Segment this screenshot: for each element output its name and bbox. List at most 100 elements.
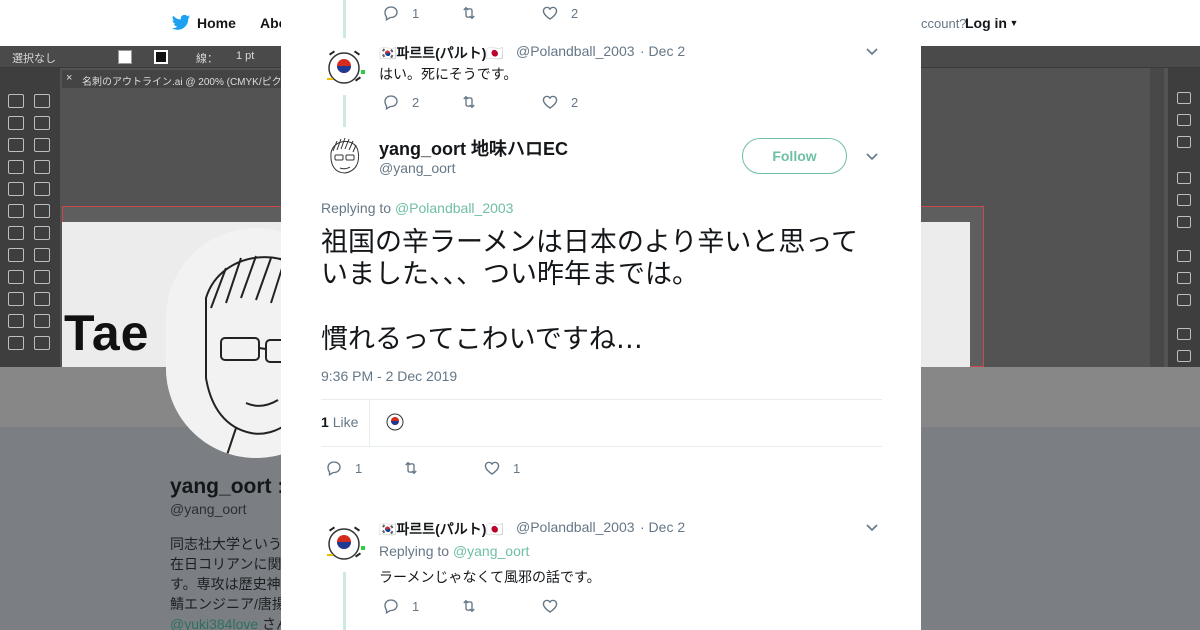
magic-wand-tool-icon (8, 116, 24, 130)
follow-button[interactable]: Follow (742, 138, 847, 174)
reply-action[interactable]: 1 (325, 459, 363, 477)
reply-icon (384, 599, 398, 614)
symbol-sprayer-tool-icon (8, 336, 24, 350)
thread-line (343, 572, 346, 630)
like-stat[interactable]: 1 Like (321, 414, 358, 430)
eyedropper-tool-icon (8, 314, 24, 328)
graph-tool-icon (34, 336, 50, 350)
illustrator-panel-dock (1168, 68, 1200, 367)
document-tab-title: 名刺のアウトライン.ai @ 200% (CMYK/ピクセ (82, 77, 292, 88)
panel-icon (1177, 194, 1191, 206)
reply-count: 2 (412, 94, 420, 110)
chevron-down-icon[interactable] (865, 521, 879, 535)
reply-author-handle[interactable]: @Polandball_2003 (516, 43, 635, 59)
reply-text: はい。死にそうです。 (379, 66, 518, 82)
retweet-action[interactable] (460, 597, 490, 615)
bio-line: 在日コリアンに関 (170, 556, 282, 572)
retweet-action[interactable] (460, 93, 490, 111)
mesh-tool-icon (8, 292, 24, 306)
retweet-action[interactable] (460, 4, 490, 22)
tweet-text: 祖国の辛ラーメンは日本のより辛いと思って いました、、、つい昨年までは。 慣れる… (321, 227, 891, 356)
rectangle-tool-icon (8, 182, 24, 196)
chevron-down-icon[interactable] (865, 45, 879, 59)
scrollbar (1150, 68, 1164, 367)
tweet-text-line: いました、、、つい昨年までは。 (321, 259, 699, 290)
reply-date[interactable]: · Dec 2 (640, 519, 685, 535)
profile-name: yang_oort : (170, 475, 285, 498)
scale-tool-icon (34, 226, 50, 240)
thread-line (343, 95, 346, 127)
document-tab: × 名刺のアウトライン.ai @ 200% (CMYK/ピクセ (62, 70, 292, 88)
reply-icon (327, 461, 341, 476)
fill-swatch (118, 50, 132, 64)
selection-tool-icon (8, 94, 24, 108)
like-action[interactable]: 1 (483, 459, 521, 477)
retweet-icon (405, 461, 417, 475)
bio-mention-link[interactable]: @yuki384love (170, 616, 258, 630)
login-link[interactable]: Log in ▼ (965, 15, 1018, 31)
reply-action[interactable]: 1 (382, 4, 420, 22)
bio-line: 鯖エンジニア/唐揚 (170, 596, 286, 612)
panel-icon (1177, 114, 1191, 126)
tweet-modal: 1 2 🇰🇷파르트(パルト)🇯🇵 @Polandball_2003 · Dec … (281, 0, 921, 630)
eraser-tool-icon (34, 204, 50, 218)
tweet-author-handle[interactable]: @yang_oort (379, 160, 455, 176)
replying-to-link[interactable]: @yang_oort (453, 543, 529, 559)
divider (369, 400, 370, 446)
retweet-icon (463, 6, 475, 20)
panel-icon (1177, 172, 1191, 184)
type-tool-icon (8, 160, 24, 174)
reply-date[interactable]: · Dec 2 (640, 43, 685, 59)
curvature-tool-icon (34, 138, 50, 152)
sketch-avatar-icon (321, 133, 367, 179)
retweet-icon (463, 599, 475, 613)
tweet-stats: 1 Like (321, 399, 882, 447)
retweet-action[interactable] (402, 459, 432, 477)
chevron-down-icon[interactable] (865, 150, 879, 164)
profile-handle: @yang_oort (170, 501, 247, 517)
tweet-author-name[interactable]: yang_oort 地味ハロEC (379, 135, 568, 161)
bio-line: 同志社大学という (170, 536, 282, 552)
thread-line (343, 0, 346, 38)
shaper-tool-icon (8, 204, 24, 218)
panel-icon (1177, 216, 1191, 228)
polandball-avatar-icon (321, 520, 367, 566)
reply-count: 1 (412, 5, 420, 21)
panel-icon (1177, 250, 1191, 262)
stroke-value: 1 pt (236, 50, 255, 62)
reply-count: 1 (412, 598, 420, 614)
option-label: 選択なし (12, 53, 56, 65)
reply-author-name[interactable]: 🇰🇷파르트(パルト)🇯🇵 (379, 43, 504, 63)
width-tool-icon (8, 248, 24, 262)
reply-action[interactable]: 1 (382, 597, 420, 615)
panel-icon (1177, 136, 1191, 148)
like-count: 2 (571, 5, 579, 21)
reply-avatar[interactable] (321, 44, 367, 90)
stroke-swatch (154, 50, 168, 64)
twitter-bird-icon[interactable] (171, 14, 191, 32)
reply-author-handle[interactable]: @Polandball_2003 (516, 519, 635, 535)
replying-to-link[interactable]: @Polandball_2003 (395, 200, 514, 216)
gradient-tool-icon (34, 292, 50, 306)
heart-icon (484, 461, 500, 475)
stroke-label: 線： (196, 53, 218, 65)
panel-icon (1177, 328, 1191, 340)
artboard-text: Tae (64, 305, 150, 361)
line-tool-icon (34, 160, 50, 174)
tweet-timestamp[interactable]: 9:36 PM - 2 Dec 2019 (321, 368, 457, 384)
like-action[interactable] (541, 597, 579, 615)
main-avatar[interactable] (321, 133, 367, 179)
home-link[interactable]: Home (197, 15, 236, 31)
panel-icon (1177, 350, 1191, 362)
close-modal-icon[interactable]: ✕ (1152, 8, 1180, 40)
reply-author-name[interactable]: 🇰🇷파르트(パルト)🇯🇵 (379, 519, 504, 539)
retweet-icon (463, 95, 475, 109)
reply-avatar[interactable] (321, 520, 367, 566)
like-action[interactable]: 2 (541, 93, 579, 111)
liker-avatar[interactable] (383, 410, 407, 434)
reply-action[interactable]: 2 (382, 93, 420, 111)
panel-icon (1177, 272, 1191, 284)
brush-tool-icon (34, 182, 50, 196)
like-action[interactable]: 2 (541, 4, 579, 22)
pen-tool-icon (8, 138, 24, 152)
